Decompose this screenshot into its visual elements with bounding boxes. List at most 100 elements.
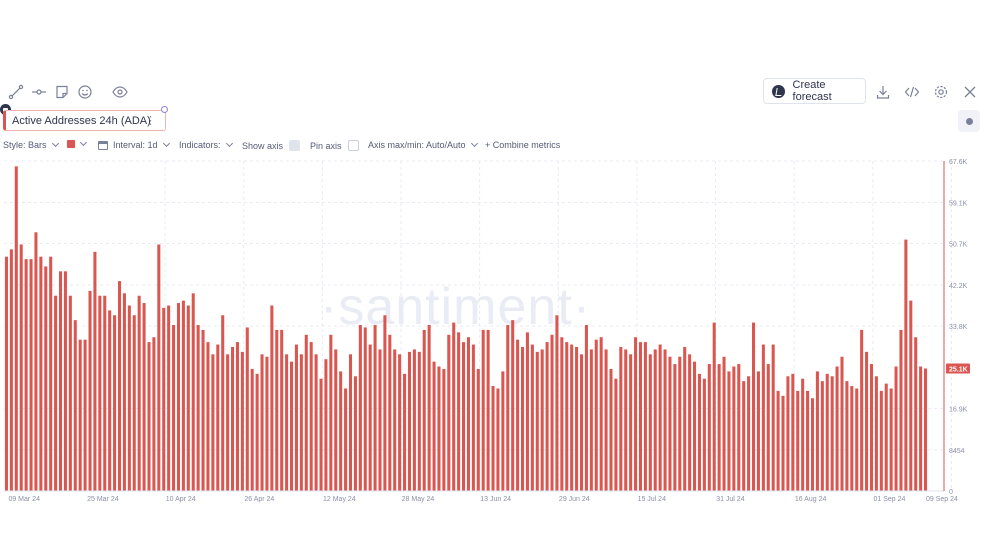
create-forecast-button[interactable]: Create forecast bbox=[763, 78, 866, 104]
bar[interactable] bbox=[83, 339, 87, 491]
bar[interactable] bbox=[634, 337, 638, 491]
bar[interactable] bbox=[796, 390, 800, 491]
pin-axis-checkbox[interactable] bbox=[347, 140, 359, 151]
bar[interactable] bbox=[34, 232, 38, 491]
bar[interactable] bbox=[820, 381, 824, 491]
bar[interactable] bbox=[594, 339, 598, 491]
bar[interactable] bbox=[353, 376, 357, 491]
eye-icon[interactable] bbox=[110, 82, 130, 102]
bar[interactable] bbox=[663, 349, 667, 491]
bar[interactable] bbox=[270, 305, 274, 492]
bar[interactable] bbox=[437, 366, 441, 491]
bar[interactable] bbox=[693, 361, 697, 491]
bar[interactable] bbox=[73, 320, 77, 491]
bar[interactable] bbox=[339, 371, 343, 491]
bar[interactable] bbox=[810, 398, 815, 491]
bar[interactable] bbox=[162, 307, 166, 491]
bar[interactable] bbox=[378, 349, 382, 491]
bar[interactable] bbox=[329, 334, 333, 491]
bar[interactable] bbox=[407, 351, 412, 491]
bar[interactable] bbox=[521, 346, 525, 491]
bar[interactable] bbox=[255, 373, 259, 491]
bar[interactable] bbox=[545, 342, 549, 491]
bar-chart[interactable]: 09 Mar 24 25 Mar 24 10 Apr 24 26 Apr 24 12 M… bbox=[0, 155, 984, 515]
bar[interactable] bbox=[791, 373, 795, 491]
bar[interactable] bbox=[604, 349, 608, 491]
horizontal-ray-icon[interactable] bbox=[29, 82, 49, 102]
chart-options-icon[interactable] bbox=[958, 110, 980, 132]
bar[interactable] bbox=[924, 368, 928, 491]
bar[interactable] bbox=[909, 300, 913, 491]
bar[interactable] bbox=[732, 366, 736, 491]
bar[interactable] bbox=[388, 334, 392, 491]
bar[interactable] bbox=[191, 293, 195, 491]
interval-dropdown[interactable]: Interval: 1d bbox=[98, 139, 170, 150]
bar[interactable] bbox=[801, 378, 805, 491]
bar[interactable] bbox=[117, 281, 122, 491]
bar[interactable] bbox=[309, 342, 313, 491]
bar[interactable] bbox=[93, 251, 97, 491]
bar[interactable] bbox=[466, 337, 470, 491]
bar[interactable] bbox=[265, 356, 269, 491]
bar[interactable] bbox=[314, 354, 318, 491]
bar[interactable] bbox=[894, 366, 898, 491]
line-tool-icon[interactable] bbox=[6, 82, 26, 102]
metric-chip[interactable]: Active Addresses 24h (ADA) ⋮ bbox=[3, 110, 166, 131]
bar[interactable] bbox=[19, 244, 23, 491]
bar[interactable] bbox=[216, 344, 220, 491]
bar[interactable] bbox=[540, 349, 544, 491]
bar[interactable] bbox=[609, 368, 613, 491]
bar[interactable] bbox=[452, 322, 456, 491]
bar[interactable] bbox=[44, 266, 48, 491]
bar[interactable] bbox=[172, 325, 176, 491]
bar[interactable] bbox=[78, 339, 82, 491]
bar[interactable] bbox=[412, 349, 416, 491]
bar[interactable] bbox=[250, 368, 254, 491]
bar[interactable] bbox=[722, 356, 726, 491]
bar[interactable] bbox=[481, 329, 485, 491]
axis-maxmin-dropdown[interactable]: Axis max/min: Auto/Auto bbox=[368, 139, 478, 150]
bar[interactable] bbox=[304, 334, 308, 491]
bar[interactable] bbox=[855, 388, 859, 491]
bar[interactable] bbox=[516, 339, 520, 491]
bar[interactable] bbox=[717, 364, 721, 491]
note-icon[interactable] bbox=[52, 82, 72, 102]
bar[interactable] bbox=[589, 349, 593, 491]
bar[interactable] bbox=[54, 295, 58, 491]
show-axis-toggle[interactable]: Show axis bbox=[242, 140, 301, 151]
metric-menu-icon[interactable]: ⋮ bbox=[145, 114, 156, 127]
bar[interactable] bbox=[575, 346, 579, 491]
bar[interactable] bbox=[874, 376, 878, 491]
bar[interactable] bbox=[206, 342, 210, 491]
bar[interactable] bbox=[599, 337, 603, 491]
bar[interactable] bbox=[653, 349, 657, 491]
bar[interactable] bbox=[299, 354, 303, 491]
indicators-dropdown[interactable]: Indicators: bbox=[179, 139, 233, 150]
bar[interactable] bbox=[344, 388, 348, 491]
bar[interactable] bbox=[579, 354, 584, 491]
bar[interactable] bbox=[63, 271, 67, 491]
bar[interactable] bbox=[398, 354, 402, 491]
bar[interactable] bbox=[157, 244, 161, 491]
bar[interactable] bbox=[167, 305, 171, 492]
bar[interactable] bbox=[825, 373, 829, 491]
bar[interactable] bbox=[845, 381, 849, 491]
bar[interactable] bbox=[570, 344, 574, 491]
bar[interactable] bbox=[884, 383, 888, 491]
bar[interactable] bbox=[781, 395, 785, 491]
bar[interactable] bbox=[186, 305, 190, 492]
bar[interactable] bbox=[39, 256, 43, 491]
bar[interactable] bbox=[196, 325, 200, 491]
bar[interactable] bbox=[113, 315, 117, 491]
bar[interactable] bbox=[737, 364, 741, 491]
bar[interactable] bbox=[752, 322, 756, 491]
bar[interactable] bbox=[747, 376, 751, 491]
color-dropdown[interactable] bbox=[67, 138, 88, 148]
bar[interactable] bbox=[914, 337, 918, 491]
bar[interactable] bbox=[815, 371, 819, 491]
bar[interactable] bbox=[727, 371, 731, 491]
bar[interactable] bbox=[879, 390, 883, 491]
bar[interactable] bbox=[275, 329, 279, 491]
bar[interactable] bbox=[830, 376, 834, 491]
bar[interactable] bbox=[462, 342, 466, 491]
